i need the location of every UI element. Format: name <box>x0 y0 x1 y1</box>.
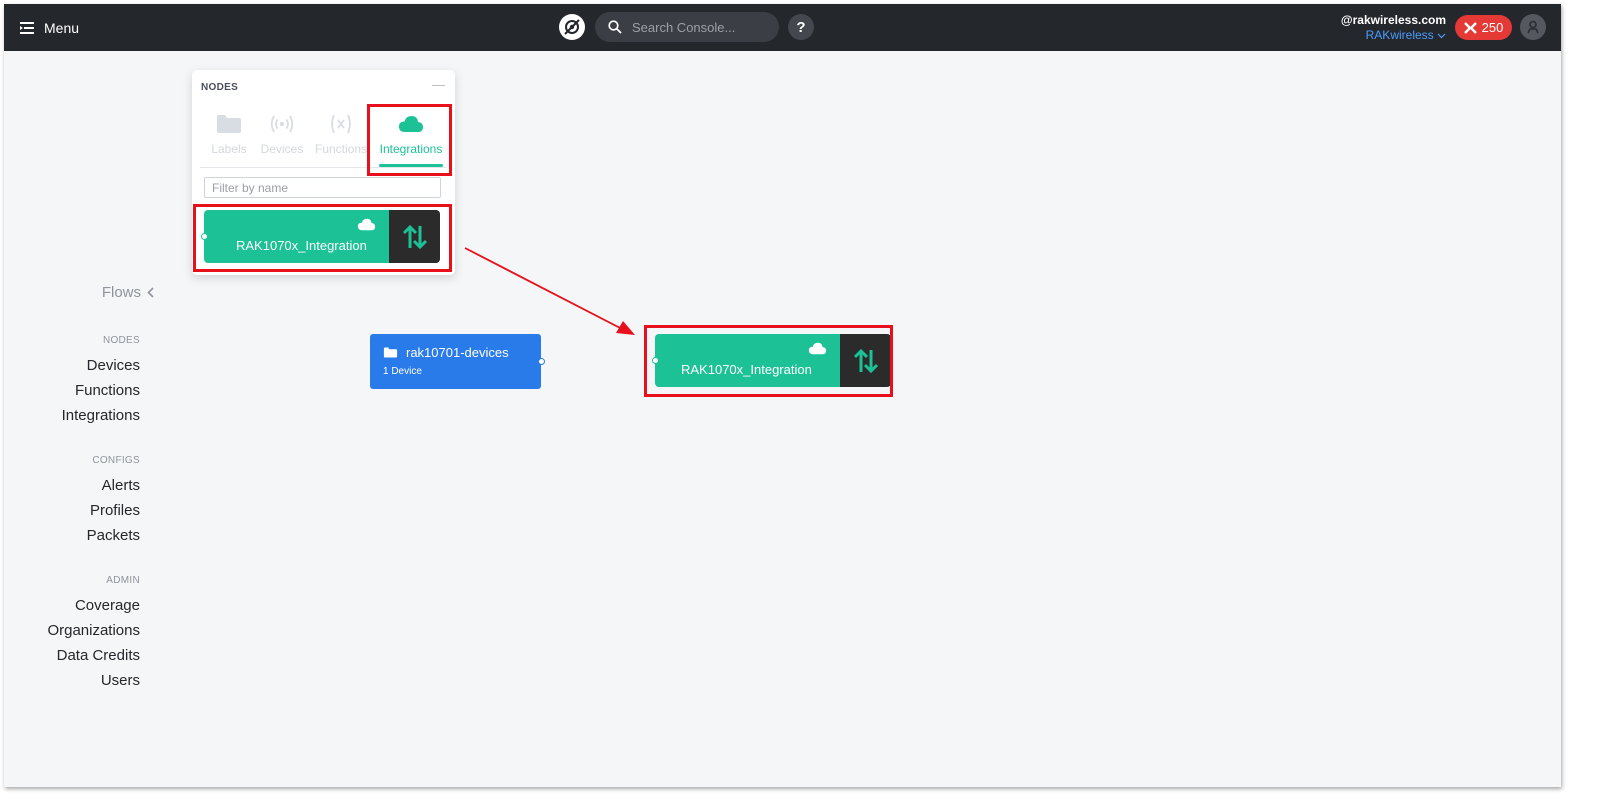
device-node-name: rak10701-devices <box>406 345 509 360</box>
tab-functions[interactable]: Functions <box>311 110 371 168</box>
integration-canvas-node[interactable]: RAK1070x_Integration <box>655 334 891 387</box>
nav-item-data-credits[interactable]: Data Credits <box>47 643 140 668</box>
filter-input[interactable] <box>204 177 441 198</box>
account-email: @rakwireless.com <box>1340 13 1446 27</box>
cloud-icon <box>808 342 827 355</box>
broadcast-icon <box>270 115 294 133</box>
nav-section-nodes: NODES Devices Functions Integrations <box>62 335 140 428</box>
data-credits-badge[interactable]: 250 <box>1455 15 1512 40</box>
nav-item-organizations[interactable]: Organizations <box>47 618 140 643</box>
device-node-title: rak10701-devices <box>383 345 509 360</box>
cloud-icon <box>357 218 376 231</box>
tab-label: Functions <box>314 142 368 156</box>
integration-name: RAK1070x_Integration <box>236 238 367 253</box>
integration-input-port[interactable] <box>201 233 208 240</box>
org-switcher[interactable]: RAKwireless <box>1341 28 1446 42</box>
user-icon <box>1527 20 1539 34</box>
nav-section-heading: ADMIN <box>106 575 140 586</box>
account-info[interactable]: @rakwireless.com RAKwireless <box>1341 13 1446 42</box>
menu-button[interactable]: Menu <box>20 17 79 39</box>
nav-item-packets[interactable]: Packets <box>87 523 140 548</box>
integration-list-item-body: RAK1070x_Integration <box>204 210 389 263</box>
folder-icon <box>217 115 241 133</box>
device-node-count: 1 Device <box>383 366 422 377</box>
integration-type-badge <box>389 210 440 263</box>
nav-section-heading: CONFIGS <box>92 455 140 466</box>
menu-label: Menu <box>44 20 80 36</box>
menu-icon <box>20 22 34 34</box>
tab-label: Devices <box>260 142 304 156</box>
search-box[interactable] <box>595 12 779 42</box>
integration-list-item[interactable]: RAK1070x_Integration <box>204 210 440 263</box>
credits-count: 250 <box>1481 20 1504 35</box>
flows-nav-header[interactable]: Flows <box>84 284 154 301</box>
integration-input-port[interactable] <box>652 357 659 364</box>
nav-section-heading: NODES <box>102 335 140 346</box>
integration-node-body: RAK1070x_Integration <box>655 334 840 387</box>
up-down-arrows-icon <box>853 348 878 373</box>
tab-labels[interactable]: Labels <box>204 110 254 168</box>
cloud-icon <box>399 116 423 132</box>
nav-section-configs: CONFIGS Alerts Profiles Packets <box>87 455 140 548</box>
minimize-button[interactable]: — <box>432 77 445 92</box>
app-frame: Menu ? @rakwireless.com RAKwireless <box>4 4 1561 787</box>
tab-devices[interactable]: Devices <box>256 110 308 168</box>
tab-label: Labels <box>211 142 247 156</box>
search-input[interactable] <box>632 19 772 35</box>
nav-section-admin: ADMIN Coverage Organizations Data Credit… <box>47 575 140 693</box>
org-name: RAKwireless <box>1365 28 1434 42</box>
tab-integrations[interactable]: Integrations <box>376 110 446 168</box>
nav-item-devices[interactable]: Devices <box>62 353 140 378</box>
nav-item-users[interactable]: Users <box>47 668 140 693</box>
folder-icon <box>383 347 398 358</box>
nav-item-functions[interactable]: Functions <box>62 378 140 403</box>
nodes-panel: NODES — Labels Devices Functions Integra… <box>192 70 455 275</box>
top-bar: Menu ? @rakwireless.com RAKwireless <box>4 4 1561 51</box>
nav-item-profiles[interactable]: Profiles <box>87 498 140 523</box>
chevron-left-icon <box>147 287 154 298</box>
tab-label: Integrations <box>379 142 443 156</box>
device-output-port[interactable] <box>538 358 545 365</box>
nodes-panel-title: NODES <box>201 82 239 93</box>
nav-item-integrations[interactable]: Integrations <box>62 403 140 428</box>
node-type-tabs: Labels Devices Functions Integrations <box>200 110 447 168</box>
avatar[interactable] <box>1520 14 1546 40</box>
integration-type-badge <box>840 334 891 387</box>
helium-logo-icon[interactable] <box>559 14 585 40</box>
data-credits-icon <box>1463 21 1477 34</box>
search-icon <box>608 20 622 34</box>
flows-label: Flows <box>101 284 141 301</box>
device-label-node[interactable]: rak10701-devices 1 Device <box>370 334 545 389</box>
chevron-down-icon <box>1437 33 1446 39</box>
help-icon: ? <box>796 18 806 36</box>
nav-item-coverage[interactable]: Coverage <box>47 593 140 618</box>
up-down-arrows-icon <box>402 224 427 249</box>
integration-node-name: RAK1070x_Integration <box>681 362 812 377</box>
help-button[interactable]: ? <box>788 14 814 40</box>
function-icon <box>331 114 351 134</box>
nav-item-alerts[interactable]: Alerts <box>87 473 140 498</box>
